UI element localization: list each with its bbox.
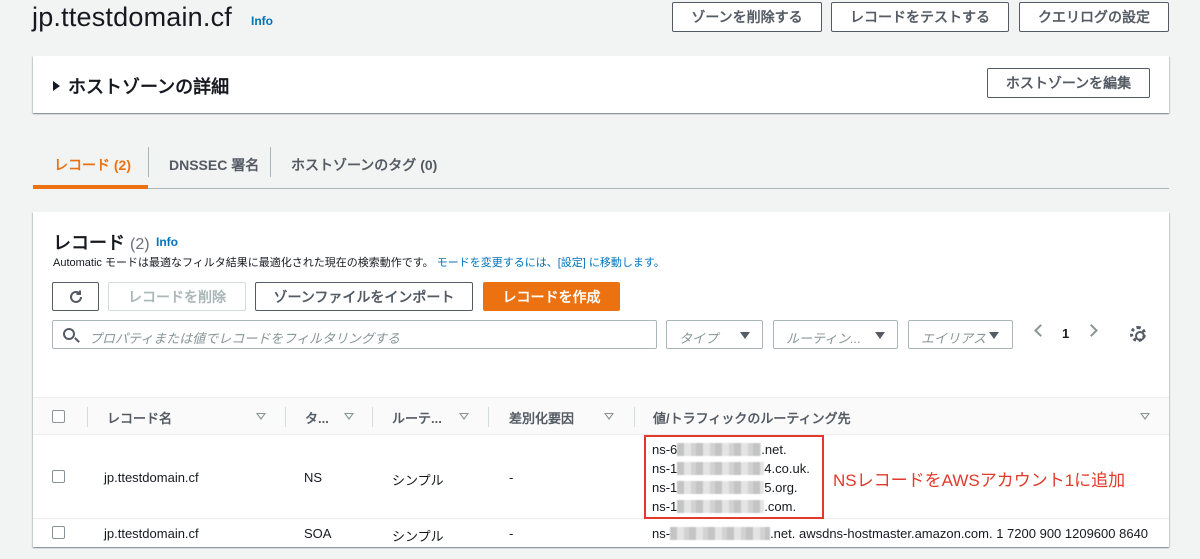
ns-value-suffix: 4.co.uk. (764, 461, 810, 476)
redacted-block (677, 443, 762, 456)
ns-value-suffix: 5.org. (764, 480, 798, 495)
table-row[interactable]: jp.ttestdomain.cf SOA シンプル - ns- .net. aw… (33, 519, 1169, 547)
column-divider (87, 407, 88, 427)
dropdown-triangle-icon (875, 332, 885, 339)
table-header: レコード名 タ... ルーテ... 差別化要因 値/トラフィックのルーティング先 (33, 397, 1169, 435)
caret-right-icon (53, 81, 60, 91)
import-zone-file-button[interactable]: ゾーンファイルをインポート (255, 282, 473, 311)
records-title: レコード (53, 233, 125, 253)
current-page-number[interactable]: 1 (1062, 326, 1069, 341)
record-name: jp.ttestdomain.cf (104, 526, 199, 541)
ns-value-line: ns-1 4.co.uk. (652, 461, 810, 476)
settings-gear-icon[interactable] (1130, 326, 1146, 342)
active-tab-indicator (33, 185, 148, 189)
hosted-zone-details-panel: ホストゾーンの詳細 ホストゾーンを編集 (33, 56, 1169, 113)
refresh-icon (69, 290, 82, 303)
sort-icon[interactable] (344, 413, 354, 420)
ns-value-prefix: ns-1 (652, 480, 678, 495)
test-record-button[interactable]: レコードをテストする (831, 2, 1009, 32)
previous-page-icon[interactable] (1034, 324, 1047, 337)
records-description: Automatic モードは最適なフィルタ結果に最適化された現在の検索動作です。… (53, 254, 665, 270)
sort-icon[interactable] (256, 413, 266, 420)
description-text: Automatic モードは最適なフィルタ結果に最適化された現在の検索動作です。 (53, 257, 434, 269)
create-record-button[interactable]: レコードを作成 (483, 282, 620, 311)
details-toggle[interactable]: ホストゾーンの詳細 (53, 73, 229, 99)
query-log-button[interactable]: クエリログの設定 (1019, 2, 1169, 32)
column-divider (634, 407, 635, 427)
record-name: jp.ttestdomain.cf (104, 470, 199, 485)
tab-dnssec[interactable]: DNSSEC 署名 (169, 141, 259, 188)
record-differentiator: - (509, 470, 514, 485)
record-type: SOA (304, 526, 332, 541)
ns-value-suffix: .com. (764, 499, 797, 514)
column-divider (285, 407, 286, 427)
column-header-differentiator[interactable]: 差別化要因 (509, 408, 574, 427)
row-checkbox[interactable] (52, 470, 65, 483)
tab-divider (148, 147, 149, 177)
tab-divider (270, 147, 271, 177)
annotation-text: NSレコードをAWSアカウント1に追加 (833, 471, 1126, 490)
edit-hosted-zone-button[interactable]: ホストゾーンを編集 (987, 68, 1150, 98)
record-routing: シンプル (392, 529, 444, 544)
sort-icon[interactable] (604, 413, 614, 420)
dropdown-triangle-icon (740, 332, 750, 339)
ns-value-prefix: ns-1 (652, 499, 678, 514)
records-heading: レコード (2) (53, 229, 150, 255)
title-info-link[interactable]: Info (251, 14, 273, 28)
redacted-block (677, 500, 765, 513)
tab-tags[interactable]: ホストゾーンのタグ (0) (291, 141, 437, 188)
records-count: (2) (130, 236, 150, 253)
soa-value-prefix: ns- (652, 526, 671, 541)
sort-icon[interactable] (459, 413, 469, 420)
ns-value-suffix: .net. (761, 442, 787, 457)
column-header-record-name[interactable]: レコード名 (107, 408, 172, 427)
select-all-checkbox[interactable] (52, 410, 65, 423)
sort-icon[interactable] (1140, 413, 1150, 420)
column-divider (488, 407, 489, 427)
soa-value-suffix: .net. awsdns-hostmaster.amazon.com. 1 72… (770, 526, 1149, 541)
dropdown-triangle-icon (989, 332, 999, 339)
records-panel: レコード (2) Info Automatic モードは最適なフィルタ結果に最適… (33, 212, 1169, 547)
column-divider (372, 407, 373, 427)
next-page-icon[interactable] (1085, 324, 1098, 337)
ns-value-line: ns-1 .com. (652, 499, 796, 514)
redacted-block (677, 481, 765, 494)
row-checkbox[interactable] (52, 526, 65, 539)
ns-value-prefix: ns-6 (652, 442, 678, 457)
record-differentiator: - (509, 526, 514, 541)
record-type: NS (304, 470, 323, 485)
delete-zone-button[interactable]: ゾーンを削除する (672, 2, 822, 32)
ns-values-highlight-box: ns-6 .net. ns-1 4.co.uk. ns-1 5.org. ns-1 .c… (644, 435, 824, 519)
soa-value: ns- .net. awsdns-hostmaster.amazon.com. 1… (652, 526, 1169, 541)
search-input[interactable]: プロパティまたは値でレコードをフィルタリングする (52, 320, 657, 349)
routing-filter-select[interactable]: ルーティン... (773, 320, 898, 349)
record-routing: シンプル (392, 473, 444, 488)
alias-filter-select[interactable]: エイリアス (908, 320, 1013, 349)
tab-bar: レコード (2) DNSSEC 署名 ホストゾーンのタグ (0) (33, 141, 1169, 189)
column-header-value[interactable]: 値/トラフィックのルーティング先 (653, 408, 851, 427)
ns-value-line: ns-1 5.org. (652, 480, 798, 495)
search-placeholder: プロパティまたは値でレコードをフィルタリングする (89, 331, 400, 346)
search-icon (63, 328, 75, 340)
alias-filter-label: エイリアス (921, 331, 987, 346)
ns-value-line: ns-6 .net. (652, 442, 787, 457)
records-info-link[interactable]: Info (156, 235, 178, 249)
settings-link[interactable]: モードを変更するには、[設定] に移動します。 (437, 257, 665, 269)
redacted-block (677, 462, 765, 475)
routing-filter-label: ルーティン... (786, 331, 862, 346)
page-title: jp.ttestdomain.cf (32, 2, 232, 32)
refresh-button[interactable] (52, 282, 99, 311)
column-header-routing[interactable]: ルーテ... (392, 408, 442, 427)
type-filter-label: タイプ (679, 331, 719, 346)
type-filter-select[interactable]: タイプ (666, 320, 763, 349)
redacted-block (670, 527, 771, 540)
column-header-type[interactable]: タ... (305, 408, 329, 427)
details-title: ホストゾーンの詳細 (68, 77, 230, 97)
ns-value-prefix: ns-1 (652, 461, 678, 476)
tab-records[interactable]: レコード (2) (54, 141, 131, 188)
delete-record-button[interactable]: レコードを削除 (108, 282, 246, 311)
